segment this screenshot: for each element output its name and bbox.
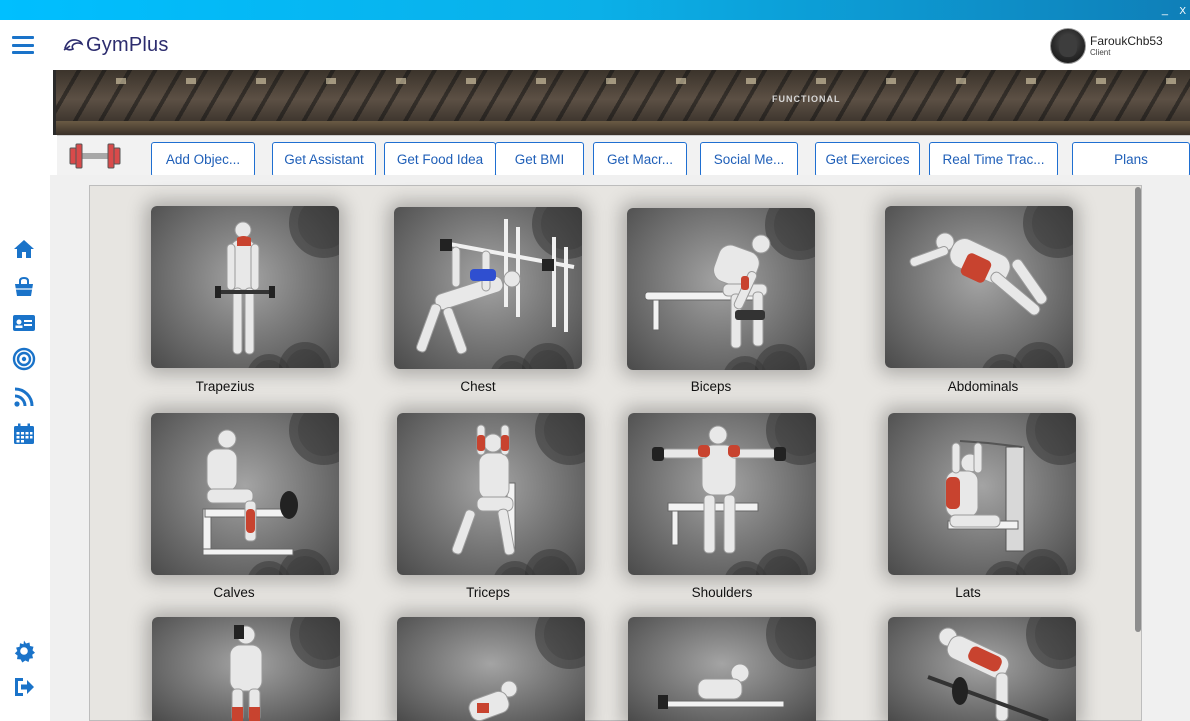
muscle-card-shoulders[interactable]	[628, 413, 816, 575]
id-card-icon[interactable]	[11, 310, 37, 336]
rss-feed-icon[interactable]	[11, 384, 37, 410]
gear-icon[interactable]	[11, 638, 37, 664]
get-exercices-button[interactable]: Get Exercices	[815, 142, 920, 177]
chest-exercise-illustration	[416, 219, 575, 355]
muscle-card-lats[interactable]	[888, 413, 1076, 575]
lats-exercise-illustration	[945, 440, 1025, 552]
vertical-scrollbar[interactable]	[1135, 187, 1141, 632]
shoulders-exercise-illustration	[652, 425, 786, 554]
toolbar: Add Objec... Get Assistant Get Food Idea…	[57, 135, 1190, 177]
gymplus-logo-icon	[63, 39, 84, 51]
social-media-button[interactable]: Social Me...	[700, 142, 798, 177]
muscle-label: Shoulders	[691, 585, 753, 600]
real-time-tracking-button[interactable]: Real Time Trac...	[929, 142, 1058, 177]
sign-out-icon[interactable]	[11, 674, 37, 700]
muscle-card[interactable]	[152, 617, 340, 721]
close-icon[interactable]: X	[1179, 6, 1186, 17]
abdominals-exercise-illustration	[909, 232, 1048, 316]
minimize-icon[interactable]: _	[1162, 4, 1168, 16]
calendar-icon[interactable]	[11, 421, 37, 447]
muscle-card-trapezius[interactable]	[151, 206, 339, 368]
plans-button[interactable]: Plans	[1072, 142, 1190, 177]
exercise-illustration	[229, 625, 263, 721]
app-name: GymPlus	[86, 33, 169, 56]
brand: GymPlus	[62, 32, 169, 58]
calves-exercise-illustration	[202, 429, 298, 556]
banner-sign: FUNCTIONAL	[772, 94, 841, 104]
muscle-card[interactable]	[628, 617, 816, 721]
user-profile[interactable]: FaroukChb53 Client	[1050, 28, 1163, 64]
shopping-bag-icon[interactable]	[11, 274, 37, 300]
user-role: Client	[1090, 48, 1111, 57]
muscle-card-calves[interactable]	[151, 413, 339, 575]
get-food-idea-button[interactable]: Get Food Idea	[384, 142, 496, 177]
exercise-illustration	[927, 627, 1049, 721]
target-icon[interactable]	[11, 346, 37, 372]
trapezius-exercise-illustration	[215, 221, 275, 355]
gym-banner-image: FUNCTIONAL	[53, 70, 1190, 135]
dumbbell-icon	[69, 143, 121, 169]
muscle-card-biceps[interactable]	[627, 208, 815, 370]
muscle-label: Abdominals	[947, 379, 1019, 394]
add-objective-button[interactable]: Add Objec...	[151, 142, 255, 177]
triceps-exercise-illustration	[451, 424, 516, 556]
muscle-card-chest[interactable]	[394, 207, 582, 369]
muscle-card-abdominals[interactable]	[885, 206, 1073, 368]
muscle-label: Trapezius	[195, 379, 255, 394]
get-assistant-button[interactable]: Get Assistant	[272, 142, 376, 177]
username: FaroukChb53	[1090, 34, 1163, 48]
muscle-label: Triceps	[466, 585, 510, 600]
muscle-label: Chest	[460, 379, 496, 394]
exercise-illustration	[468, 680, 518, 721]
biceps-exercise-illustration	[644, 234, 771, 349]
exercise-illustration	[658, 663, 785, 709]
muscle-label: Biceps	[690, 379, 732, 394]
muscle-card-triceps[interactable]	[397, 413, 585, 575]
avatar[interactable]	[1050, 28, 1086, 64]
muscle-label: Calves	[213, 585, 255, 600]
get-bmi-button[interactable]: Get BMI	[495, 142, 584, 177]
muscle-card[interactable]	[888, 617, 1076, 721]
muscle-card[interactable]	[397, 617, 585, 721]
muscle-label: Lats	[955, 585, 981, 600]
sidebar	[0, 70, 50, 721]
window-titlebar: _ X	[0, 0, 1190, 20]
home-icon[interactable]	[11, 236, 37, 262]
hamburger-menu-icon[interactable]	[12, 36, 34, 54]
get-macros-button[interactable]: Get Macr...	[593, 142, 687, 177]
app-header: GymPlus FaroukChb53 Client	[0, 20, 1190, 70]
